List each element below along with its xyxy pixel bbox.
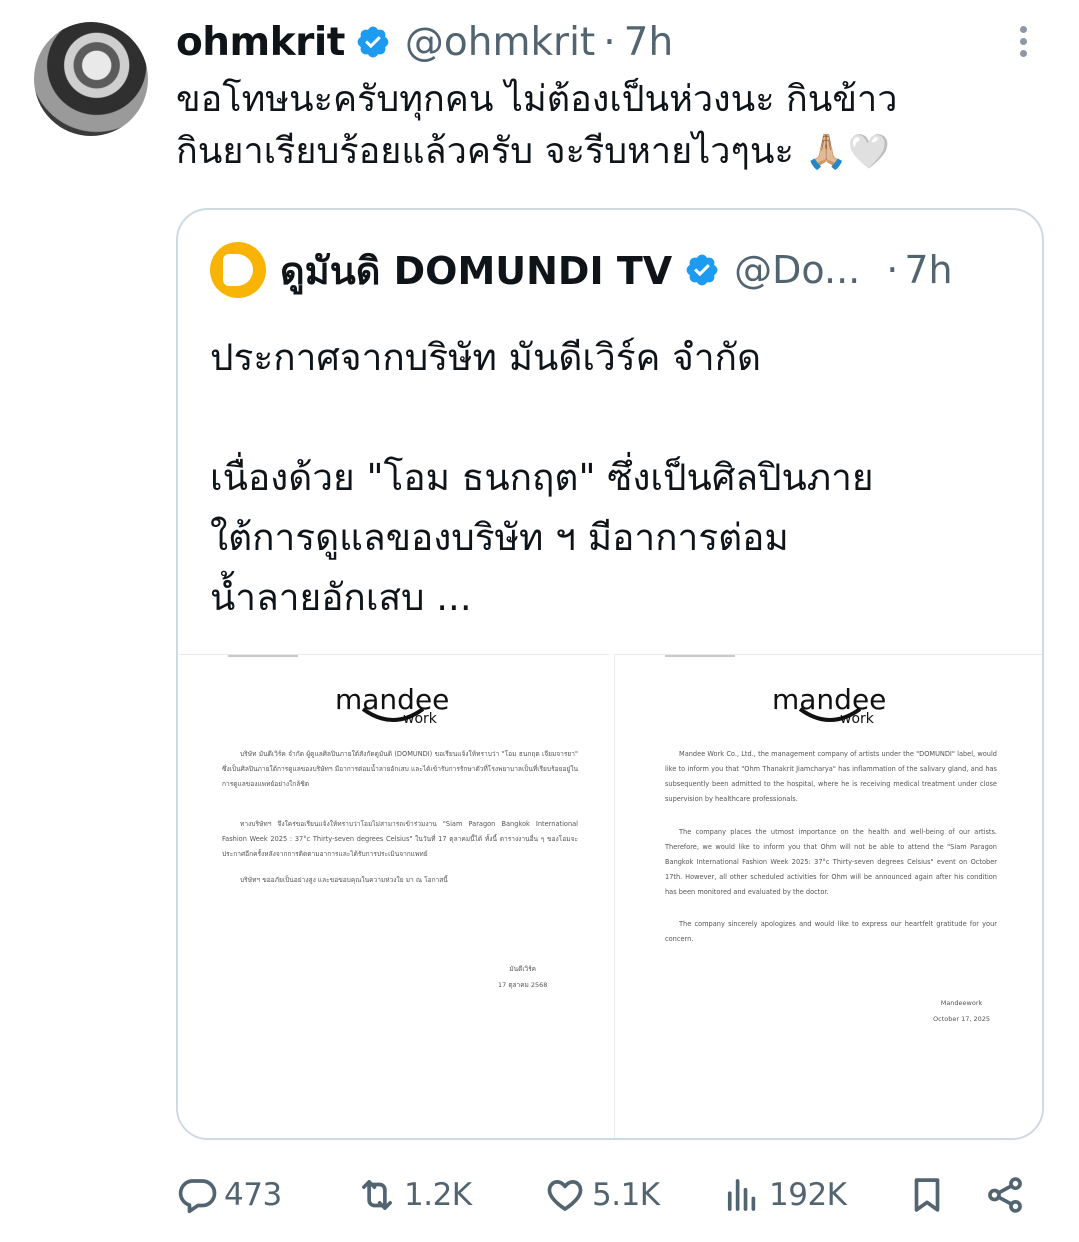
verified-badge-icon xyxy=(686,254,718,286)
repost-button[interactable]: 1.2K xyxy=(356,1166,472,1224)
quoted-tweet[interactable]: ดูมันดิ DOMUNDI TV @Do... · 7h ประกาศจาก… xyxy=(176,208,1044,1140)
like-count: 5.1K xyxy=(592,1177,660,1213)
share-button[interactable] xyxy=(984,1166,1026,1224)
quoted-author-name: ดูมันดิ DOMUNDI TV xyxy=(280,248,673,293)
reply-icon xyxy=(178,1179,217,1214)
svg-text:work: work xyxy=(403,711,438,727)
english-signature-date: October 17, 2025 xyxy=(933,1015,991,1023)
share-icon xyxy=(988,1177,1022,1213)
heart-icon xyxy=(547,1180,583,1211)
tweet-body: ขอโทษนะครับทุกคน ไม่ต้องเป็นห่วงนะ กินข้… xyxy=(176,79,898,172)
repost-count: 1.2K xyxy=(404,1177,472,1213)
verified-badge-icon xyxy=(357,26,389,58)
tweet-header: ohmkrit @ohmkrit · 7h xyxy=(176,14,673,70)
thai-signature-date: 17 ตุลาคม 2568 xyxy=(498,981,548,989)
views-button[interactable]: 192K xyxy=(721,1166,847,1224)
english-paragraph-1: Mandee Work Co., Ltd., the management co… xyxy=(665,750,997,803)
separator-dot: · xyxy=(886,248,899,292)
english-paragraph-3: The company sincerely apologizes and wou… xyxy=(665,920,997,943)
quoted-tweet-text: ประกาศจากบริษัท มันดีเวิร์ค จำกัด เนื่อง… xyxy=(210,336,874,619)
quoted-tweet-timestamp: 7h xyxy=(904,248,953,292)
quoted-author-avatar[interactable] xyxy=(210,242,266,298)
tweet-actions-bar: 473 1.2K 5.1K 192K xyxy=(176,1166,1046,1224)
repost-icon xyxy=(362,1180,392,1210)
author-name[interactable]: ohmkrit xyxy=(176,20,345,65)
emoji: 🙏🏼🤍 xyxy=(805,132,890,172)
quoted-author-handle: @Do... xyxy=(734,248,861,292)
author-avatar[interactable] xyxy=(34,22,148,136)
thai-paragraph-2: ทางบริษัทฯ จึงใคร่ขอเรียนแจ้งให้ทราบว่าโ… xyxy=(222,820,578,858)
author-handle[interactable]: @ohmkrit xyxy=(405,20,595,65)
announcement-image-english[interactable]: mandee work Mandee Work Co., Ltd., the m… xyxy=(614,654,1042,1138)
doc-header-line xyxy=(665,655,735,657)
tweet-timestamp[interactable]: 7h xyxy=(624,20,674,65)
views-count: 192K xyxy=(769,1177,847,1213)
more-options-icon[interactable] xyxy=(1008,26,1038,66)
quoted-tweet-header: ดูมันดิ DOMUNDI TV @Do... · 7h xyxy=(210,240,953,300)
english-signature-name: Mandeework xyxy=(940,999,983,1007)
reply-button[interactable]: 473 xyxy=(176,1166,282,1224)
bookmark-button[interactable] xyxy=(906,1166,948,1224)
like-button[interactable]: 5.1K xyxy=(544,1166,660,1224)
english-paragraph-2: The company places the utmost importance… xyxy=(665,828,997,896)
doc-header-line xyxy=(228,655,298,657)
views-chart-icon xyxy=(727,1179,756,1211)
tweet-text: ขอโทษนะครับทุกคน ไม่ต้องเป็นห่วงนะ กินข้… xyxy=(176,74,1056,178)
reply-count: 473 xyxy=(224,1177,282,1213)
english-signature: Mandeework October 17, 2025 xyxy=(933,995,990,1027)
thai-signature: มันดีเวิร์ค 17 ตุลาคม 2568 xyxy=(498,961,547,993)
mandee-work-logo: mandee work xyxy=(178,679,608,729)
announcement-image-thai[interactable]: mandee work บริษัท มันดีเวิร์ค จำกัด ผู้… xyxy=(178,654,611,1138)
bookmark-icon xyxy=(914,1178,940,1212)
thai-paragraph-3: บริษัทฯ ขออภัยเป็นอย่างสูง และขอขอบคุณใน… xyxy=(240,876,448,884)
separator-dot: · xyxy=(603,19,616,65)
svg-text:work: work xyxy=(840,711,875,727)
mandee-work-logo: mandee work xyxy=(615,679,1042,729)
thai-signature-name: มันดีเวิร์ค xyxy=(509,965,537,973)
thai-paragraph-1: บริษัท มันดีเวิร์ค จำกัด ผู้ดูแลศิลปินภา… xyxy=(222,750,578,788)
